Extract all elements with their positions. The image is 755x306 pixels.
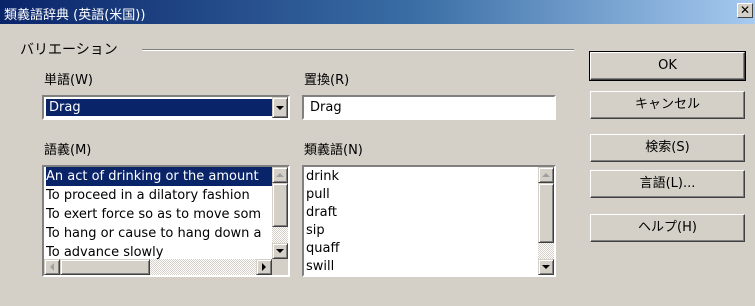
meaning-vscroll-thumb[interactable]	[272, 183, 288, 227]
synonym-scroll-up-button[interactable]	[538, 167, 554, 183]
synonym-item[interactable]: swill	[306, 257, 334, 275]
chevron-down-icon	[276, 105, 284, 110]
arrow-up-icon	[542, 173, 550, 177]
scroll-corner	[272, 259, 288, 275]
search-button[interactable]: 検索(S)	[590, 134, 745, 162]
cancel-button[interactable]: キャンセル	[590, 91, 745, 119]
word-value: Drag	[46, 99, 275, 116]
synonym-listbox[interactable]: drink pull draft sip quaff swill	[302, 165, 556, 277]
meaning-item[interactable]: To hang or cause to hang down a	[46, 224, 262, 243]
arrow-up-icon	[276, 173, 284, 177]
replace-value: Drag	[310, 100, 342, 115]
word-label: 単語(W)	[44, 73, 93, 88]
synonym-item[interactable]: sip	[306, 221, 325, 240]
synonym-vscroll-thumb[interactable]	[538, 183, 554, 243]
meaning-scroll-left-button[interactable]	[44, 259, 60, 275]
close-button[interactable]: ✕	[737, 3, 753, 18]
language-button[interactable]: 言語(L)...	[590, 170, 745, 198]
synonym-item[interactable]: quaff	[306, 239, 339, 258]
synonym-item[interactable]: pull	[306, 185, 330, 204]
meaning-scroll-right-button[interactable]	[256, 259, 272, 275]
word-dropdown-button[interactable]	[272, 97, 288, 118]
replace-label: 置換(R)	[304, 73, 350, 88]
meaning-item[interactable]: To proceed in a dilatory fashion	[46, 186, 250, 205]
group-divider	[142, 49, 574, 51]
word-combobox[interactable]: Drag	[42, 95, 290, 120]
arrow-down-icon	[276, 249, 284, 253]
meaning-item[interactable]: To exert force so as to move som	[46, 205, 261, 224]
synonym-item[interactable]: draft	[306, 203, 337, 222]
synonym-label: 類義語(N)	[304, 143, 363, 158]
meaning-label: 語義(M)	[44, 143, 92, 158]
synonym-scroll-down-button[interactable]	[538, 259, 554, 275]
meaning-listbox[interactable]: An act of drinking or the amount To proc…	[42, 165, 290, 277]
group-label: バリエーション	[20, 42, 118, 58]
close-icon: ✕	[739, 3, 751, 17]
replace-input[interactable]: Drag	[302, 95, 556, 120]
arrow-down-icon	[542, 265, 550, 269]
window-title: 類義語辞典 (英語(米国))	[4, 8, 146, 23]
meaning-hscroll-thumb[interactable]	[60, 259, 150, 275]
arrow-right-icon	[262, 263, 266, 271]
meaning-scroll-up-button[interactable]	[272, 167, 288, 183]
synonym-item[interactable]: drink	[306, 167, 339, 186]
help-button[interactable]: ヘルプ(H)	[590, 214, 745, 242]
meaning-item[interactable]: An act of drinking or the amount	[46, 167, 272, 186]
ok-button[interactable]: OK	[589, 51, 746, 81]
meaning-scroll-down-button[interactable]	[272, 243, 288, 259]
title-bar[interactable]: 類義語辞典 (英語(米国)) ✕	[0, 0, 755, 24]
arrow-left-icon	[50, 263, 54, 271]
